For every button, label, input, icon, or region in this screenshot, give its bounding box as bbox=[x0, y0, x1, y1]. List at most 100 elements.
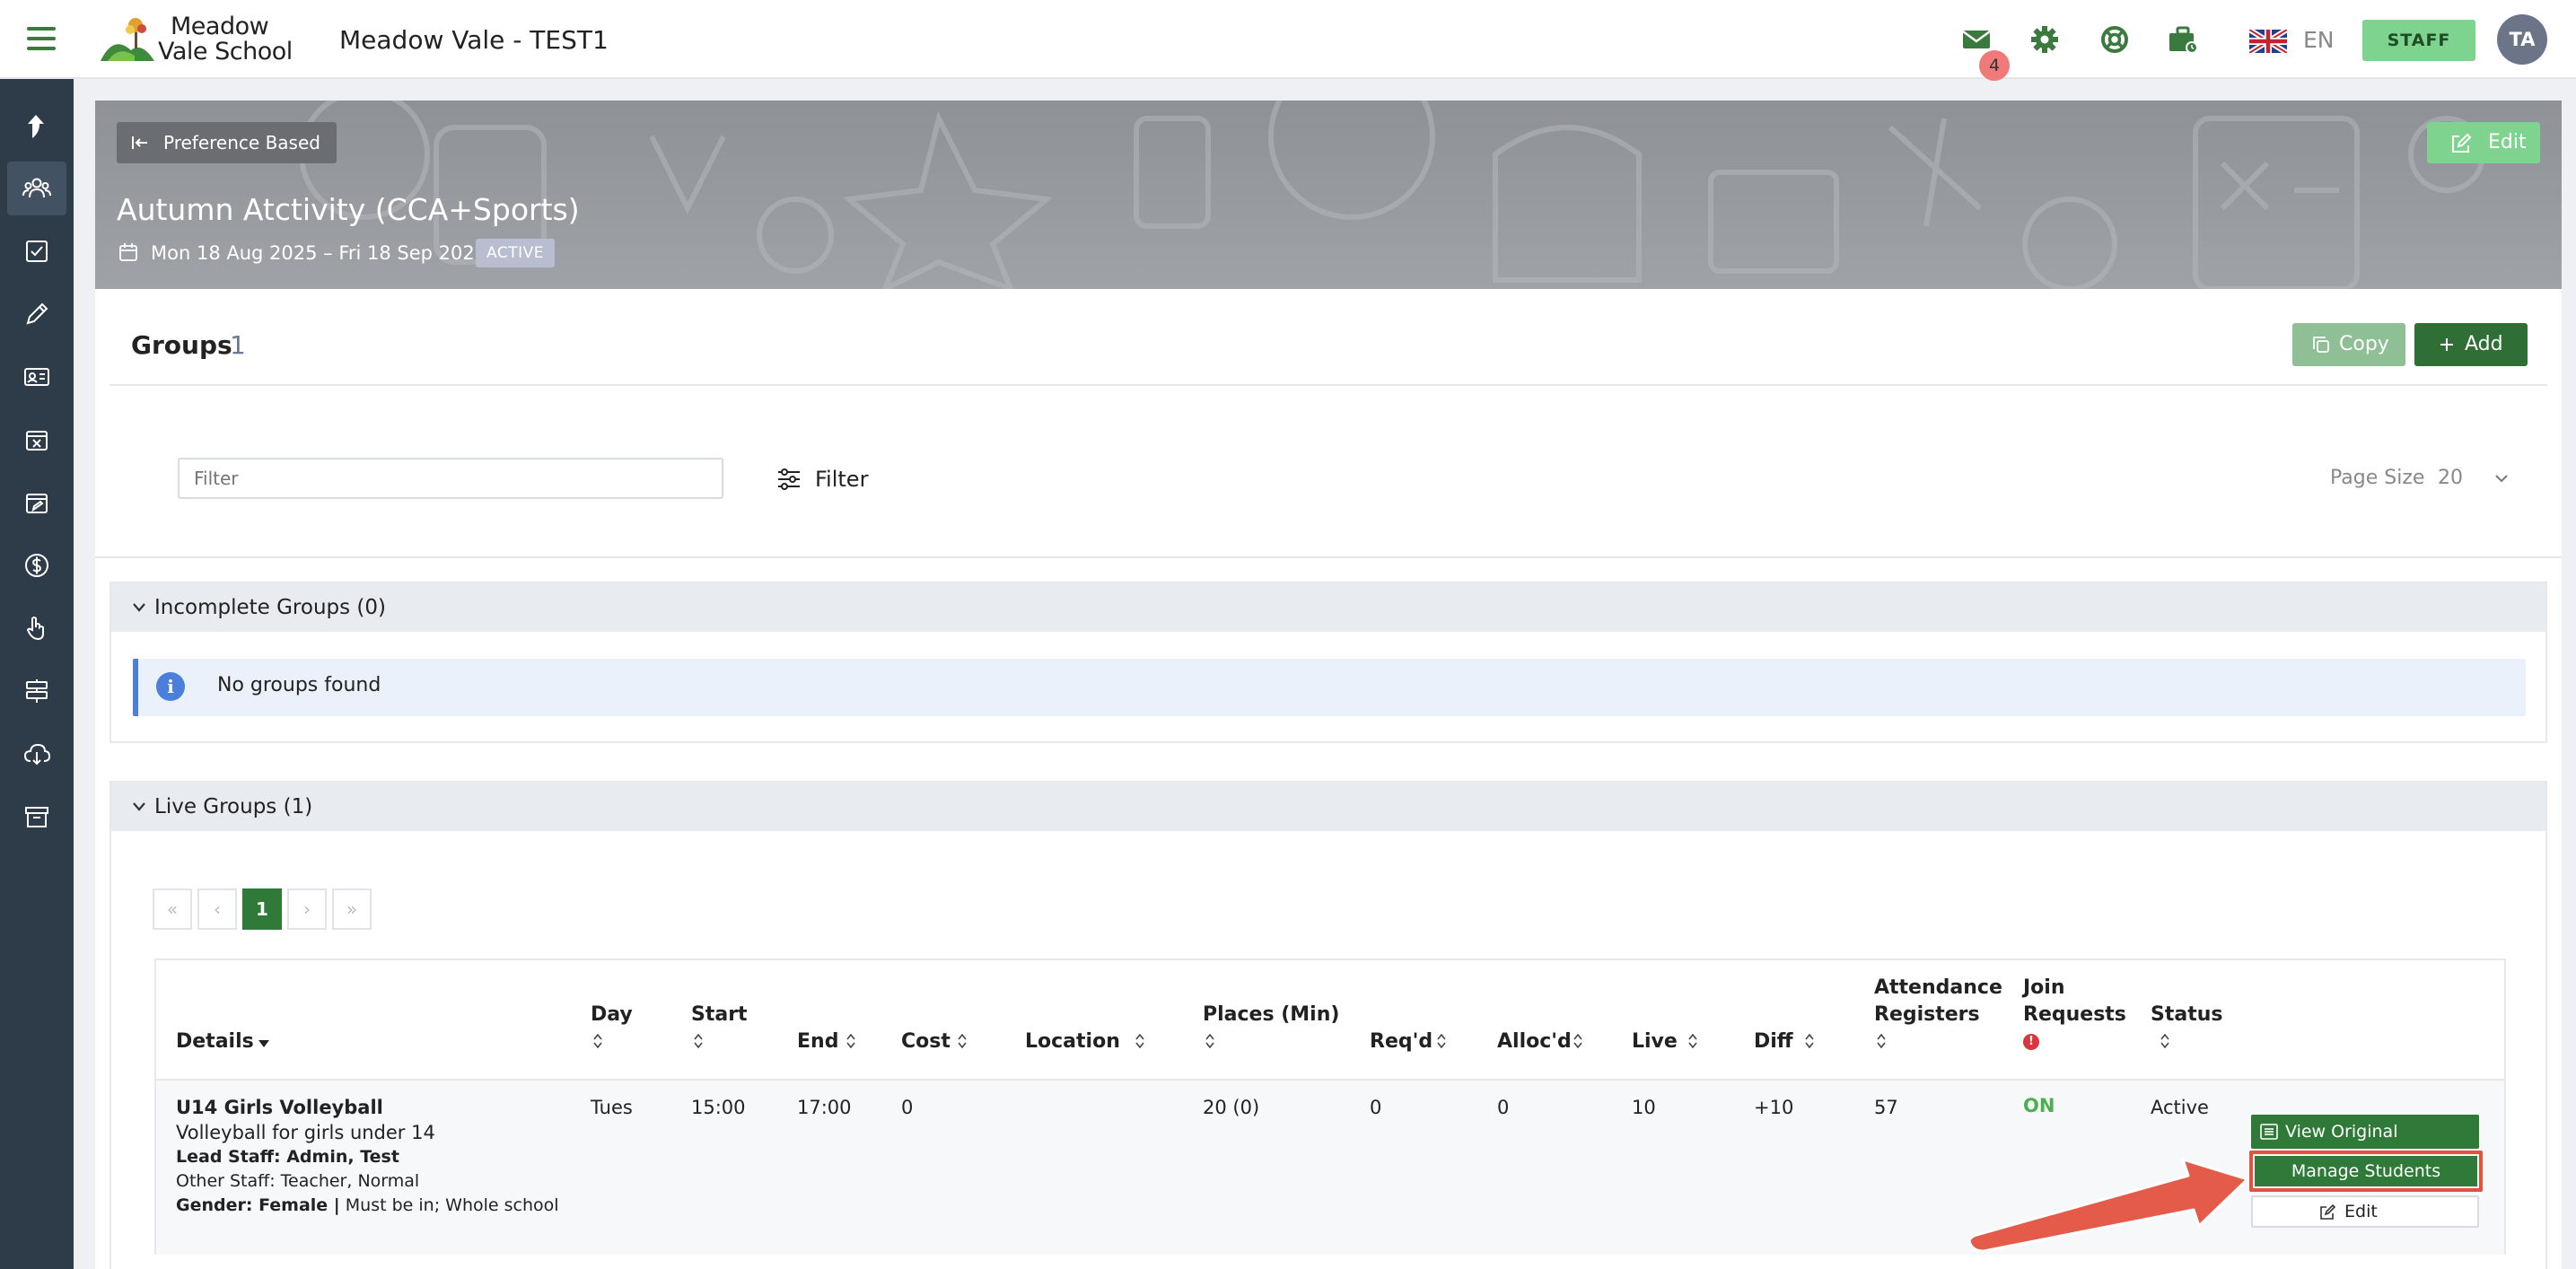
sidebar-item-edit[interactable] bbox=[7, 287, 66, 341]
sort-icon[interactable] bbox=[691, 1032, 705, 1050]
column-header-live[interactable]: Live bbox=[1632, 1028, 1678, 1055]
sidebar-item-profiles[interactable] bbox=[7, 350, 66, 404]
sort-icon[interactable] bbox=[1133, 1032, 1147, 1050]
uk-flag-icon[interactable] bbox=[2249, 30, 2287, 53]
column-header-start[interactable]: Start bbox=[691, 1002, 748, 1028]
sort-icon[interactable] bbox=[591, 1032, 605, 1050]
sort-icon[interactable] bbox=[1802, 1032, 1817, 1050]
no-groups-message: No groups found bbox=[217, 674, 381, 696]
briefcase-icon[interactable] bbox=[2167, 23, 2199, 56]
groups-panel: Groups 1 Copy Add Filter Page Size 20 In… bbox=[95, 289, 2562, 1269]
pager-page-1[interactable]: 1 bbox=[242, 888, 282, 930]
edit-group-label: Edit bbox=[2344, 1202, 2378, 1221]
sort-icon[interactable] bbox=[2158, 1032, 2172, 1050]
gear-icon[interactable] bbox=[2028, 23, 2061, 56]
add-button[interactable]: Add bbox=[2414, 323, 2528, 366]
sidebar-item-groups[interactable] bbox=[7, 162, 66, 215]
column-header-join-requests[interactable]: Join Requests bbox=[2023, 975, 2126, 1028]
signpost-icon bbox=[26, 679, 48, 703]
pager-next[interactable]: › bbox=[287, 888, 327, 930]
cell-diff: +10 bbox=[1754, 1097, 1794, 1118]
archive-icon bbox=[25, 807, 48, 827]
cell-day: Tues bbox=[591, 1097, 633, 1118]
preference-based-button[interactable]: Preference Based bbox=[117, 122, 337, 163]
edit-activity-button[interactable]: Edit bbox=[2427, 122, 2540, 163]
alert-icon: ! bbox=[2023, 1034, 2039, 1050]
copy-label: Copy bbox=[2339, 333, 2389, 355]
join-requests-toggle[interactable]: ON bbox=[2023, 1095, 2055, 1116]
page-size-label: Page Size bbox=[2330, 467, 2425, 489]
pencil-icon bbox=[26, 302, 48, 325]
view-original-allocation-button[interactable]: View Original Allocation bbox=[2251, 1115, 2479, 1176]
chevron-down-icon[interactable] bbox=[2493, 472, 2510, 485]
group-name[interactable]: U14 Girls Volleyball bbox=[176, 1095, 383, 1120]
cell-cost: 0 bbox=[901, 1097, 914, 1118]
language-selector[interactable]: EN bbox=[2303, 27, 2335, 53]
column-header-attendance[interactable]: Attendance Registers bbox=[1874, 975, 2002, 1028]
school-logo[interactable]: Meadow Vale School bbox=[99, 14, 296, 65]
copy-button[interactable]: Copy bbox=[2292, 323, 2405, 366]
groups-heading: Groups bbox=[131, 330, 232, 360]
page-title: Meadow Vale - TEST1 bbox=[339, 25, 609, 55]
pager-prev[interactable]: ‹ bbox=[197, 888, 237, 930]
filter-input[interactable] bbox=[178, 458, 723, 499]
column-header-diff[interactable]: Diff bbox=[1754, 1028, 1793, 1055]
sort-icon[interactable] bbox=[1571, 1032, 1585, 1050]
sidebar-item-downloads[interactable] bbox=[7, 727, 66, 781]
column-header-allocd[interactable]: Alloc'd bbox=[1497, 1028, 1572, 1055]
incomplete-groups-section: Incomplete Groups (0) i No groups found bbox=[110, 582, 2547, 743]
sidebar-item-tasks[interactable] bbox=[7, 224, 66, 278]
menu-icon[interactable] bbox=[27, 27, 56, 50]
group-lead-staff: Lead Staff: Admin, Test bbox=[176, 1147, 399, 1167]
pager-first[interactable]: « bbox=[153, 888, 192, 930]
edit-group-button[interactable]: Edit bbox=[2251, 1195, 2479, 1228]
filter-button[interactable]: Filter bbox=[777, 463, 868, 495]
sidebar-item-archive[interactable] bbox=[7, 790, 66, 844]
column-header-location[interactable]: Location bbox=[1025, 1028, 1120, 1055]
messages-badge: 4 bbox=[1979, 50, 2010, 81]
column-header-status[interactable]: Status bbox=[2151, 1002, 2222, 1028]
cell-attendance[interactable]: 57 bbox=[1874, 1095, 1898, 1120]
column-header-places[interactable]: Places (Min) bbox=[1203, 1002, 1339, 1028]
sort-icon[interactable] bbox=[844, 1032, 858, 1050]
users-icon bbox=[22, 178, 51, 198]
column-header-reqd[interactable]: Req'd bbox=[1370, 1028, 1433, 1055]
cell-places: 20 (0) bbox=[1203, 1097, 1260, 1118]
staff-role-button[interactable]: STAFF bbox=[2362, 20, 2475, 61]
chevron-down-icon bbox=[133, 802, 145, 811]
live-groups-header[interactable]: Live Groups (1) bbox=[111, 783, 2545, 831]
cell-allocd: 0 bbox=[1497, 1097, 1510, 1118]
sidebar-item-events[interactable] bbox=[7, 664, 66, 718]
sidebar-item-back[interactable] bbox=[7, 99, 66, 153]
sidebar-item-selection[interactable] bbox=[7, 601, 66, 655]
sort-icon[interactable] bbox=[1203, 1032, 1217, 1050]
pager-last[interactable]: » bbox=[332, 888, 372, 930]
activity-title: Autumn Atctivity (CCA+Sports) bbox=[117, 192, 580, 227]
cell-end: 17:00 bbox=[797, 1097, 852, 1118]
copy-icon bbox=[2313, 337, 2329, 353]
page-size-select[interactable]: 20 bbox=[2438, 467, 2463, 489]
lifebuoy-icon[interactable] bbox=[2098, 23, 2131, 56]
activity-date-range: Mon 18 Aug 2025 – Fri 18 Sep 2026 bbox=[151, 242, 487, 264]
column-header-details[interactable]: Details bbox=[176, 1028, 254, 1055]
sort-icon[interactable] bbox=[1686, 1032, 1700, 1050]
column-header-cost[interactable]: Cost bbox=[901, 1028, 951, 1055]
column-header-end[interactable]: End bbox=[797, 1028, 838, 1055]
divider bbox=[95, 556, 2562, 558]
column-header-day[interactable]: Day bbox=[591, 1002, 633, 1028]
calendar-x-icon bbox=[26, 431, 48, 451]
preference-based-label: Preference Based bbox=[163, 132, 320, 153]
dollar-icon bbox=[25, 554, 48, 577]
sort-icon[interactable] bbox=[1874, 1032, 1888, 1050]
annotation-arrow bbox=[1967, 1158, 2249, 1253]
sort-desc-icon[interactable] bbox=[257, 1034, 271, 1052]
sidebar-item-payments[interactable] bbox=[7, 538, 66, 592]
sort-icon[interactable] bbox=[1434, 1032, 1449, 1050]
manage-students-button[interactable]: Manage Students bbox=[2255, 1156, 2477, 1186]
sidebar-item-absence[interactable] bbox=[7, 413, 66, 467]
incomplete-groups-title: Incomplete Groups (0) bbox=[154, 596, 386, 619]
incomplete-groups-header[interactable]: Incomplete Groups (0) bbox=[111, 583, 2545, 632]
sidebar-item-schedule[interactable] bbox=[7, 476, 66, 529]
user-avatar[interactable]: TA bbox=[2497, 14, 2547, 65]
sort-icon[interactable] bbox=[955, 1032, 969, 1050]
